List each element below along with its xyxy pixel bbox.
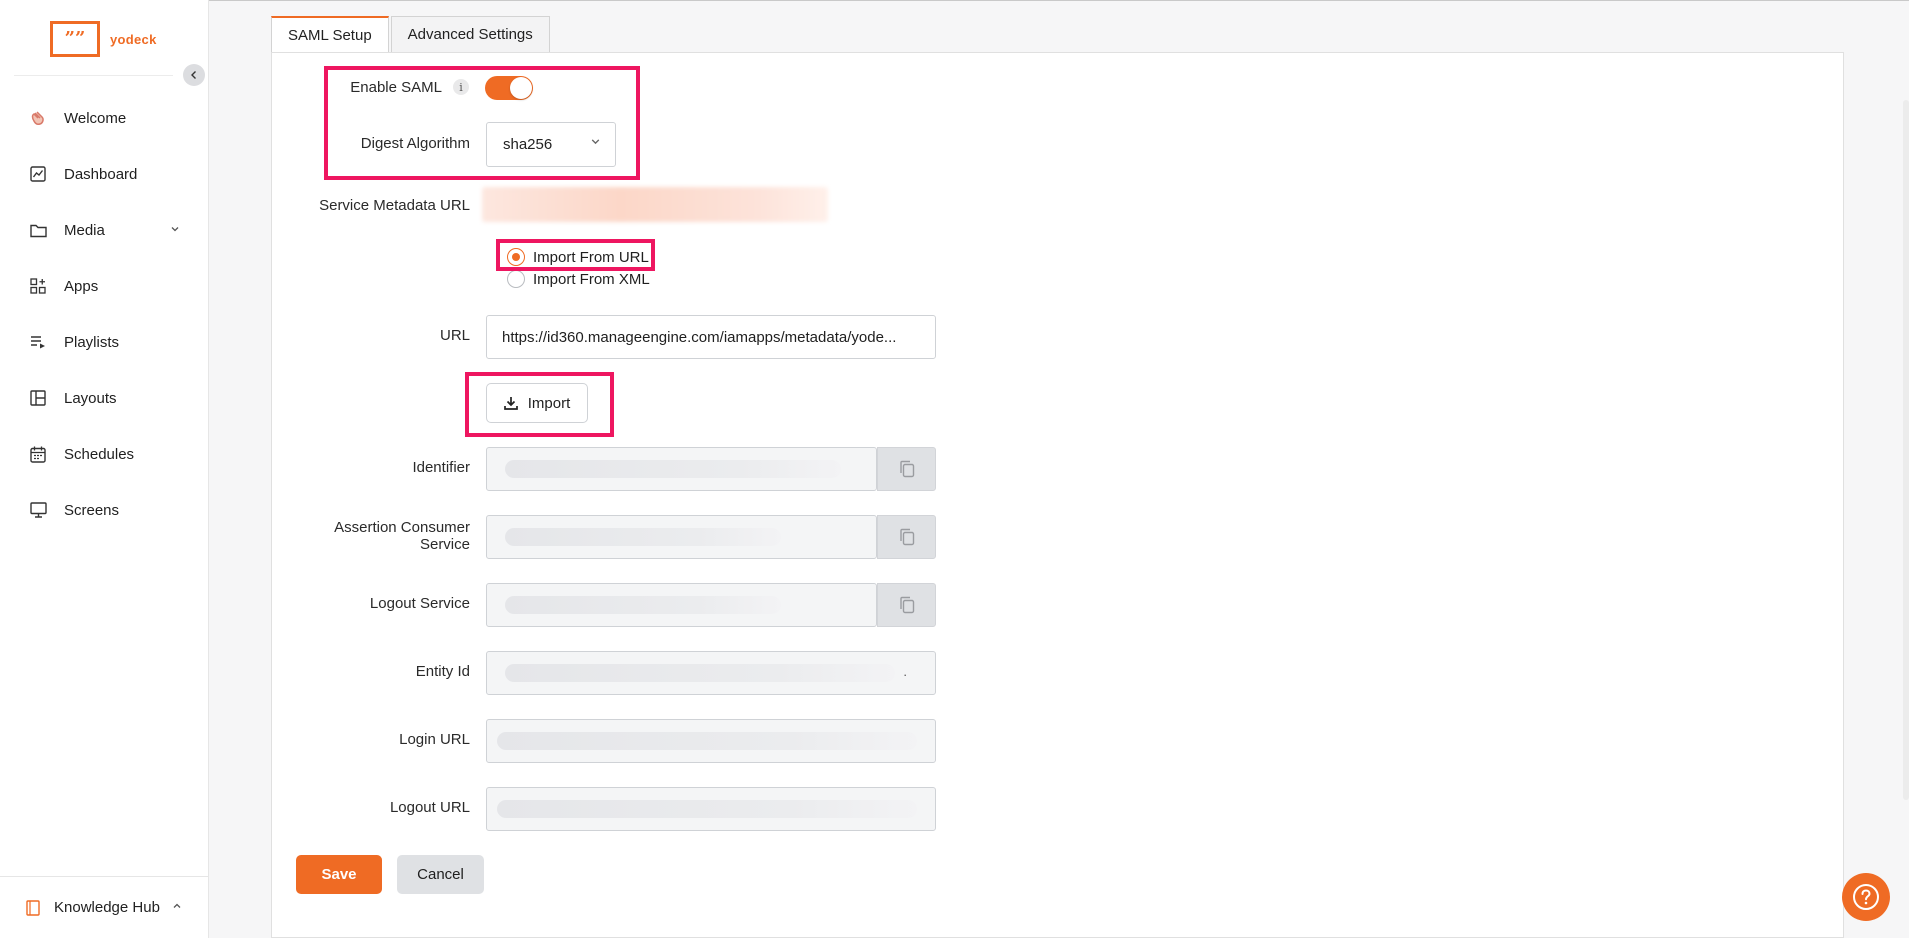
layout-icon (28, 388, 48, 408)
calendar-icon (28, 444, 48, 464)
sidebar-item-label: Apps (64, 277, 99, 295)
entity-id-value-redacted (505, 664, 895, 682)
folder-icon (28, 220, 48, 240)
identifier-label: Identifier (412, 459, 470, 476)
identifier-value-redacted (505, 460, 841, 478)
login-url-value-redacted (497, 732, 917, 750)
sidebar-item-screens[interactable]: Screens (0, 482, 208, 538)
assertion-consumer-service-label: Assertion Consumer Service (334, 519, 470, 553)
copy-identifier-button[interactable] (877, 447, 936, 491)
login-url-label: Login URL (399, 731, 470, 748)
logo-mark: ”” (50, 21, 100, 57)
sidebar-item-welcome[interactable]: Welcome (0, 90, 208, 146)
hand-wave-icon (28, 108, 48, 128)
import-from-xml-option[interactable]: Import From XML (507, 270, 650, 288)
sidebar-item-playlists[interactable]: Playlists (0, 314, 208, 370)
sidebar-item-label: Playlists (64, 333, 120, 351)
logo-quote-glyph: ” (75, 28, 86, 49)
tab-advanced-settings[interactable]: Advanced Settings (390, 16, 550, 52)
sidebar-item-schedules[interactable]: Schedules (0, 426, 208, 482)
collapse-sidebar-button[interactable] (183, 64, 205, 86)
logout-service-field (486, 583, 877, 627)
logout-url-field (486, 787, 936, 831)
sidebar-item-label: Welcome (64, 109, 127, 127)
logo-divider (14, 75, 173, 76)
service-metadata-url-label: Service Metadata URL (319, 197, 470, 214)
copy-icon (899, 460, 914, 478)
copy-logout-service-button[interactable] (877, 583, 936, 627)
cancel-button[interactable]: Cancel (397, 855, 484, 894)
copy-acs-button[interactable] (877, 515, 936, 559)
sidebar-nav: Welcome Dashboard Media Apps Playlists L… (0, 90, 208, 538)
highlight-import-button (465, 372, 614, 437)
sidebar-item-label: Media (64, 221, 105, 239)
logo-quote-glyph: ” (64, 28, 75, 49)
highlight-import-from-url (496, 239, 655, 271)
apps-grid-icon (28, 276, 48, 296)
help-button[interactable] (1842, 873, 1890, 921)
save-button[interactable]: Save (296, 855, 382, 894)
knowledge-hub-label: Knowledge Hub (54, 899, 160, 916)
sidebar-item-label: Schedules (64, 445, 135, 463)
sidebar-item-label: Screens (64, 501, 120, 519)
page-scrollbar[interactable] (1903, 100, 1909, 800)
acs-value-redacted (505, 528, 781, 546)
logo-text: yodeck (110, 31, 157, 47)
yodeck-logo[interactable]: ”” yodeck (50, 20, 157, 58)
entity-id-suffix: . (903, 664, 907, 679)
sidebar-item-layouts[interactable]: Layouts (0, 370, 208, 426)
login-url-field (486, 719, 936, 763)
url-input[interactable]: https://id360.manageengine.com/iamapps/m… (486, 315, 936, 359)
monitor-icon (28, 500, 48, 520)
chart-icon (28, 164, 48, 184)
copy-icon (899, 528, 914, 546)
playlist-icon (28, 332, 48, 352)
top-border (209, 0, 1909, 1)
sidebar: ”” yodeck Welcome Dashboard Media Apps P… (0, 0, 209, 938)
logout-url-label: Logout URL (389, 799, 470, 816)
logout-url-value-redacted (497, 800, 917, 818)
sidebar-item-label: Dashboard (64, 165, 138, 183)
chevron-down-icon[interactable] (170, 224, 180, 237)
service-metadata-url-value-redacted (482, 187, 828, 222)
sidebar-item-media[interactable]: Media (0, 202, 208, 258)
url-label: URL (439, 327, 470, 344)
logout-service-label: Logout Service (369, 595, 470, 612)
identifier-field (486, 447, 877, 491)
import-from-xml-radio[interactable] (507, 270, 525, 288)
assertion-consumer-service-field (486, 515, 877, 559)
knowledge-hub-item[interactable]: Knowledge Hub (0, 876, 208, 938)
sidebar-item-apps[interactable]: Apps (0, 258, 208, 314)
copy-icon (899, 596, 914, 614)
tab-saml-setup[interactable]: SAML Setup (271, 16, 389, 52)
chevron-left-icon (191, 71, 196, 79)
highlight-saml-settings (324, 66, 640, 180)
book-icon (26, 899, 40, 916)
question-icon (1853, 884, 1879, 910)
sidebar-item-label: Layouts (64, 389, 117, 407)
entity-id-field: . (486, 651, 936, 695)
chevron-up-icon[interactable] (172, 901, 182, 914)
import-from-xml-label: Import From XML (533, 270, 650, 288)
logout-service-value-redacted (505, 596, 781, 614)
sidebar-item-dashboard[interactable]: Dashboard (0, 146, 208, 202)
tab-bar: SAML Setup Advanced Settings (271, 16, 552, 52)
entity-id-label: Entity Id (415, 663, 470, 680)
